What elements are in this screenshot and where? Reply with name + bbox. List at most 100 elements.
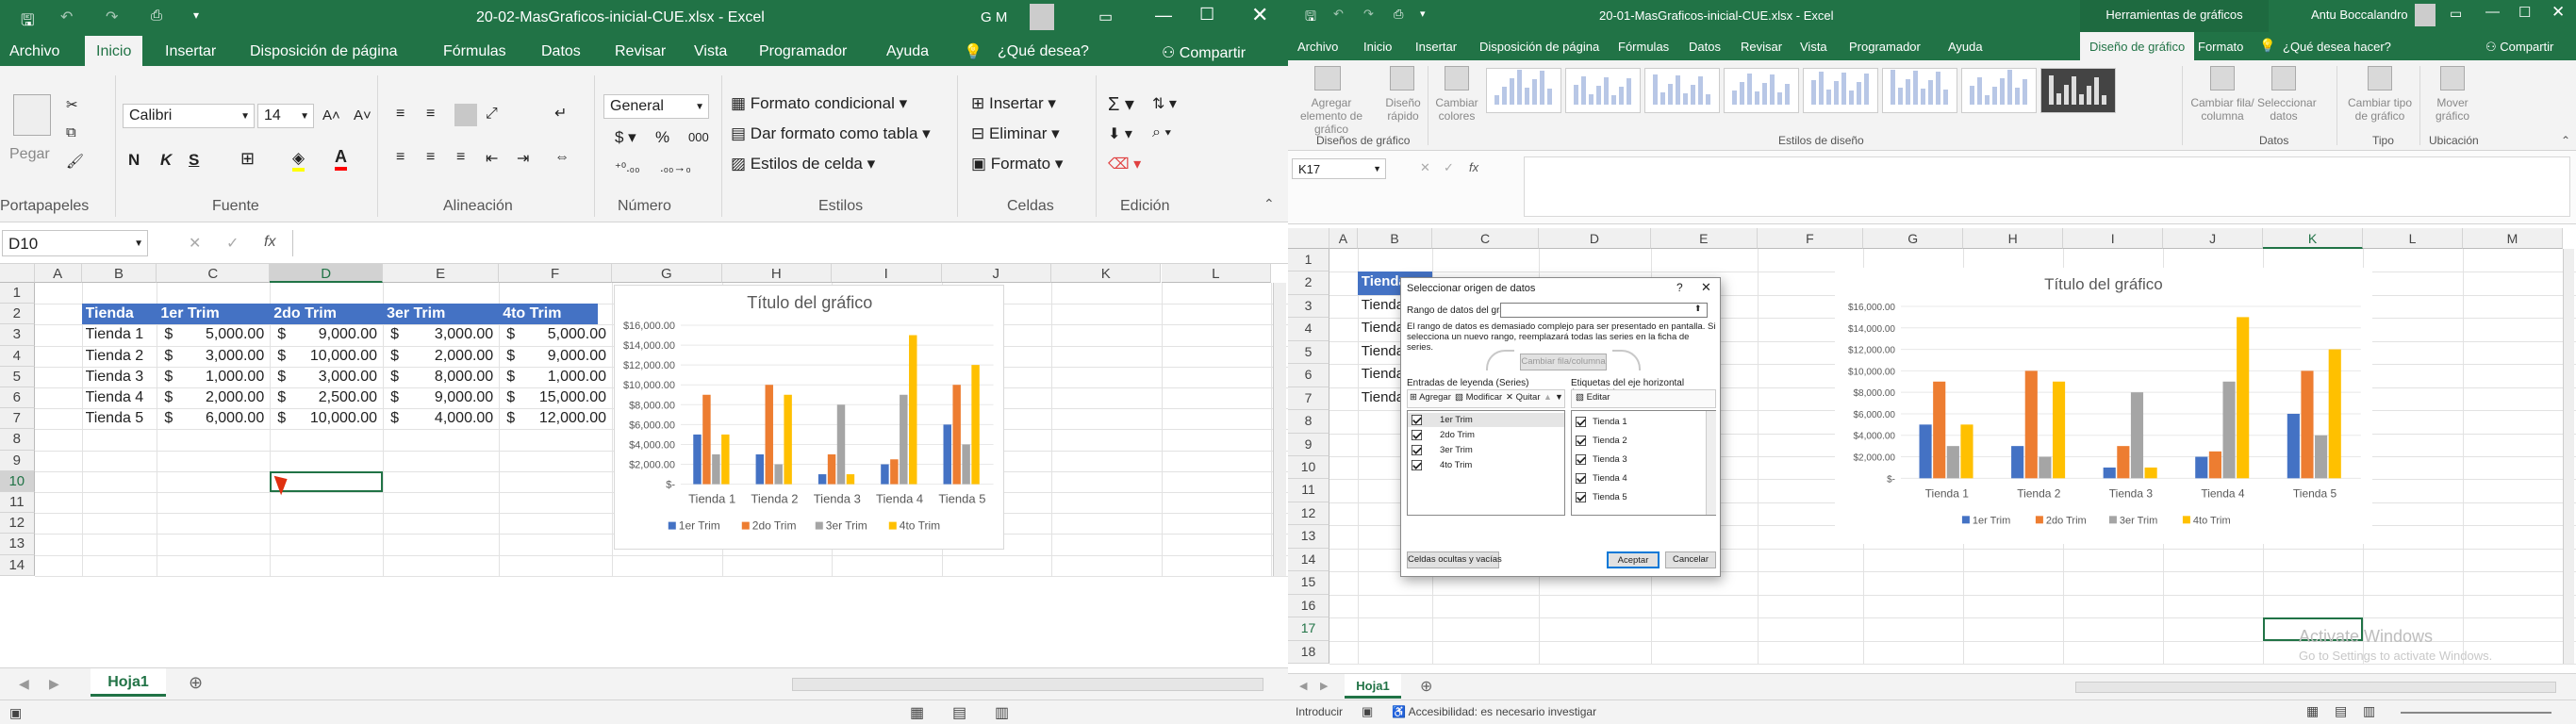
maximize-icon[interactable]: ☐ xyxy=(2518,4,2531,21)
category-list-item[interactable]: Tienda 5 xyxy=(1572,490,1704,504)
enter-formula-icon[interactable]: ✓ xyxy=(226,234,239,253)
ribbon-options-icon[interactable]: ▭ xyxy=(2450,6,2462,22)
category-list-item[interactable]: Tienda 4 xyxy=(1572,471,1704,485)
fill-color-icon[interactable]: ◈ xyxy=(292,149,305,172)
value-cell[interactable]: 5,000.00 xyxy=(157,326,264,343)
range-input[interactable] xyxy=(1500,303,1708,318)
sort-filter-icon[interactable]: ⇅ ▾ xyxy=(1152,94,1177,113)
row-header[interactable]: 10 xyxy=(1288,456,1329,480)
decrease-decimal-icon[interactable]: .₀₀→₀ xyxy=(660,160,691,174)
bar[interactable] xyxy=(2222,381,2236,478)
row-header[interactable]: 2 xyxy=(1288,272,1329,295)
tab-archivo[interactable]: Archivo xyxy=(1297,40,1338,54)
row-header[interactable]: 15 xyxy=(1288,571,1329,595)
bar[interactable] xyxy=(2131,391,2144,478)
print-icon[interactable]: ⎙ xyxy=(1394,7,1403,22)
row-header[interactable]: 11 xyxy=(1288,479,1329,502)
change-chart-type-icon[interactable] xyxy=(2368,66,2392,90)
value-cell[interactable]: 3,000.00 xyxy=(383,326,493,343)
value-cell[interactable]: 15,000.00 xyxy=(499,389,606,406)
row-header[interactable]: 8 xyxy=(0,429,35,451)
chart-style-thumbnail[interactable] xyxy=(1565,68,1641,113)
bar[interactable] xyxy=(702,394,711,485)
tab-formulas[interactable]: Fórmulas xyxy=(443,43,506,60)
legend-entry[interactable]: 4to Trim xyxy=(2193,515,2231,526)
macro-icon[interactable]: ▣ xyxy=(1362,704,1373,719)
align-right-icon[interactable]: ≡ xyxy=(456,149,465,166)
row-header[interactable]: 13 xyxy=(0,534,35,555)
series-list-item[interactable]: 3er Trim xyxy=(1408,443,1564,457)
category-checkbox[interactable] xyxy=(1575,453,1587,466)
column-header[interactable]: J xyxy=(2163,228,2264,249)
redo-icon[interactable]: ↷ xyxy=(106,8,118,26)
category-list[interactable]: Tienda 1 Tienda 2 Tienda 3 Tienda 4 Tienda 5 xyxy=(1571,410,1716,516)
chart-style-thumbnail[interactable] xyxy=(1644,68,1720,113)
series-list[interactable]: 1er Trim 2do Trim 3er Trim 4to Trim xyxy=(1407,410,1565,516)
macro-icon[interactable]: ▣ xyxy=(9,705,22,721)
thousands-icon[interactable]: 000 xyxy=(688,130,709,144)
bar[interactable] xyxy=(890,459,899,485)
bar[interactable] xyxy=(2024,370,2039,478)
delete-cells-button[interactable]: ⊟ Eliminar ▾ xyxy=(971,124,1060,143)
chart-style-thumbnail[interactable] xyxy=(1724,68,1799,113)
close-icon[interactable]: ✕ xyxy=(1251,3,1268,27)
align-bottom-icon[interactable] xyxy=(454,104,477,126)
bar[interactable] xyxy=(2117,445,2130,478)
column-header[interactable]: M xyxy=(2463,228,2563,249)
value-cell[interactable]: 10,000.00 xyxy=(270,410,377,427)
vertical-scrollbar[interactable] xyxy=(1273,283,1286,576)
autosum-icon[interactable]: Σ ▾ xyxy=(1108,92,1134,116)
column-header[interactable]: G xyxy=(612,264,722,283)
value-cell[interactable]: 5,000.00 xyxy=(499,326,606,343)
legend-entry[interactable]: 3er Trim xyxy=(826,519,867,533)
worksheet-grid[interactable]: A B C D E F G H I J K L 1 2 3 4 5 6 7 8 9 10 11 12 13 14 Tienda 1er… xyxy=(0,264,1288,667)
remove-series-button[interactable]: ✕ Quitar xyxy=(1506,392,1540,403)
bar[interactable] xyxy=(2209,451,2222,478)
chart-styles-gallery[interactable] xyxy=(1486,66,2127,117)
orientation-icon[interactable]: ⤢ xyxy=(486,106,498,123)
fill-icon[interactable]: ⬇ ▾ xyxy=(1108,124,1132,143)
tab-disposicion[interactable]: Disposición de página xyxy=(250,43,398,60)
bar[interactable] xyxy=(2237,316,2250,478)
font-color-icon[interactable]: A xyxy=(335,147,347,171)
table-header-cell[interactable]: 1er Trim xyxy=(160,305,219,322)
value-cell[interactable]: 2,500.00 xyxy=(270,389,377,406)
column-header[interactable]: C xyxy=(157,264,271,283)
page-break-icon[interactable]: ▥ xyxy=(995,703,1009,722)
grow-font-icon[interactable]: A˄ xyxy=(322,107,340,123)
chart-style-thumbnail[interactable] xyxy=(1882,68,1957,113)
move-down-icon[interactable]: ▼ xyxy=(1555,392,1563,402)
bar[interactable] xyxy=(1919,423,1932,478)
value-cell[interactable]: 10,000.00 xyxy=(270,348,377,365)
row-header[interactable]: 7 xyxy=(1288,387,1329,411)
undo-icon[interactable]: ↶ xyxy=(1333,7,1344,22)
increase-decimal-icon[interactable]: ⁺⁰.₀₀ xyxy=(615,160,639,175)
row-header[interactable]: 18 xyxy=(1288,640,1329,664)
tab-insertar[interactable]: Insertar xyxy=(1415,40,1457,54)
row-header[interactable]: 1 xyxy=(1288,249,1329,272)
customize-qat-icon[interactable]: ▾ xyxy=(193,8,199,22)
column-header[interactable]: D xyxy=(270,264,384,283)
tab-datos[interactable]: Datos xyxy=(1689,40,1721,54)
row-header[interactable]: 2 xyxy=(0,304,35,325)
cancel-formula-icon[interactable]: ✕ xyxy=(1420,160,1430,175)
bar[interactable] xyxy=(784,394,792,485)
bar[interactable] xyxy=(836,404,846,485)
bar[interactable] xyxy=(712,453,720,485)
legend-entry[interactable]: 4to Trim xyxy=(900,519,940,533)
undo-icon[interactable]: ↶ xyxy=(60,8,73,26)
normal-view-icon[interactable]: ▦ xyxy=(2306,703,2319,719)
switch-row-column-button[interactable]: Cambiar fila/columna xyxy=(1520,354,1607,370)
value-cell[interactable]: 3,000.00 xyxy=(270,369,377,386)
series-checkbox[interactable] xyxy=(1411,429,1423,441)
value-cell[interactable]: 2,000.00 xyxy=(157,389,264,406)
bar[interactable] xyxy=(2144,467,2157,478)
bar[interactable] xyxy=(693,434,702,485)
column-header[interactable]: L xyxy=(1161,264,1271,283)
column-header[interactable]: E xyxy=(1651,228,1758,249)
value-cell[interactable]: 4,000.00 xyxy=(383,410,493,427)
chart-svg[interactable]: Título del gráfico $- $2,000.00 $4,000.00 $6… xyxy=(615,286,1005,551)
number-format-select[interactable]: General ▼ xyxy=(603,94,709,119)
print-icon[interactable]: ⎙ xyxy=(151,8,162,24)
bold-button[interactable]: N xyxy=(128,151,140,170)
